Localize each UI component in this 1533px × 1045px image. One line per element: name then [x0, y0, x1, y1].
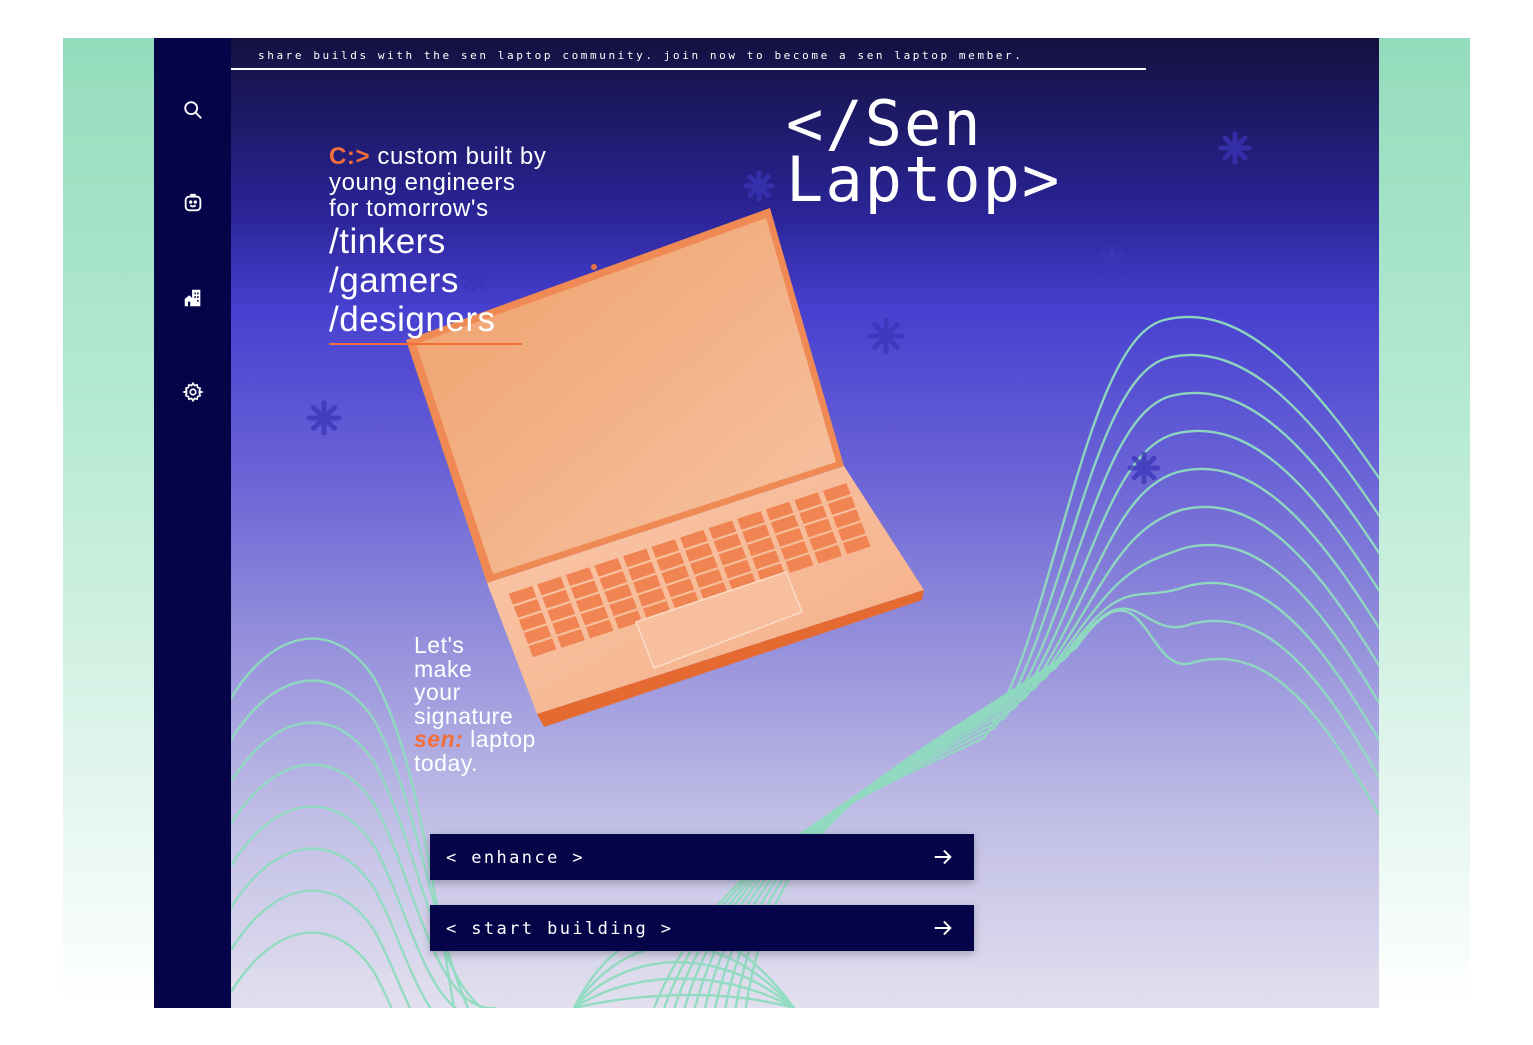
tagline-accent: sen:: [414, 726, 464, 752]
hero-heading: C:> custom built by young engineers for …: [329, 144, 546, 345]
hero-line-1: C:> custom built by: [329, 143, 547, 170]
enhance-button-label: < enhance >: [446, 848, 585, 868]
start-building-button-label: < start building >: [446, 919, 674, 939]
brand-logo[interactable]: </Sen Laptop>: [786, 93, 1062, 216]
start-building-button[interactable]: < start building >: [430, 905, 974, 951]
audience-gamers: /gamers: [329, 261, 459, 300]
hero-line-3: for tomorrow's: [329, 195, 489, 222]
building-icon[interactable]: [182, 287, 204, 309]
announcement-text: share builds with the sen laptop communi…: [258, 49, 1024, 62]
announcement-bar: share builds with the sen laptop communi…: [231, 38, 1146, 70]
sidebar: [154, 38, 231, 1008]
hero-underline: [329, 343, 522, 345]
tagline: Let's make your signature sen: laptop to…: [414, 632, 536, 776]
arrow-right-icon: [934, 920, 952, 936]
hero-line-2: young engineers: [329, 169, 516, 196]
gear-icon[interactable]: [182, 381, 204, 403]
audience-tinkers: /tinkers: [329, 222, 446, 261]
enhance-button[interactable]: < enhance >: [430, 834, 974, 880]
audience-designers: /designers: [329, 300, 496, 339]
app-frame: share builds with the sen laptop communi…: [154, 38, 1379, 1008]
prompt-symbol: C:>: [329, 143, 371, 170]
search-icon[interactable]: [182, 99, 204, 121]
smiley-badge-icon[interactable]: [182, 192, 204, 214]
arrow-right-icon: [934, 849, 952, 865]
brand-line-2: Laptop>: [786, 143, 1062, 216]
